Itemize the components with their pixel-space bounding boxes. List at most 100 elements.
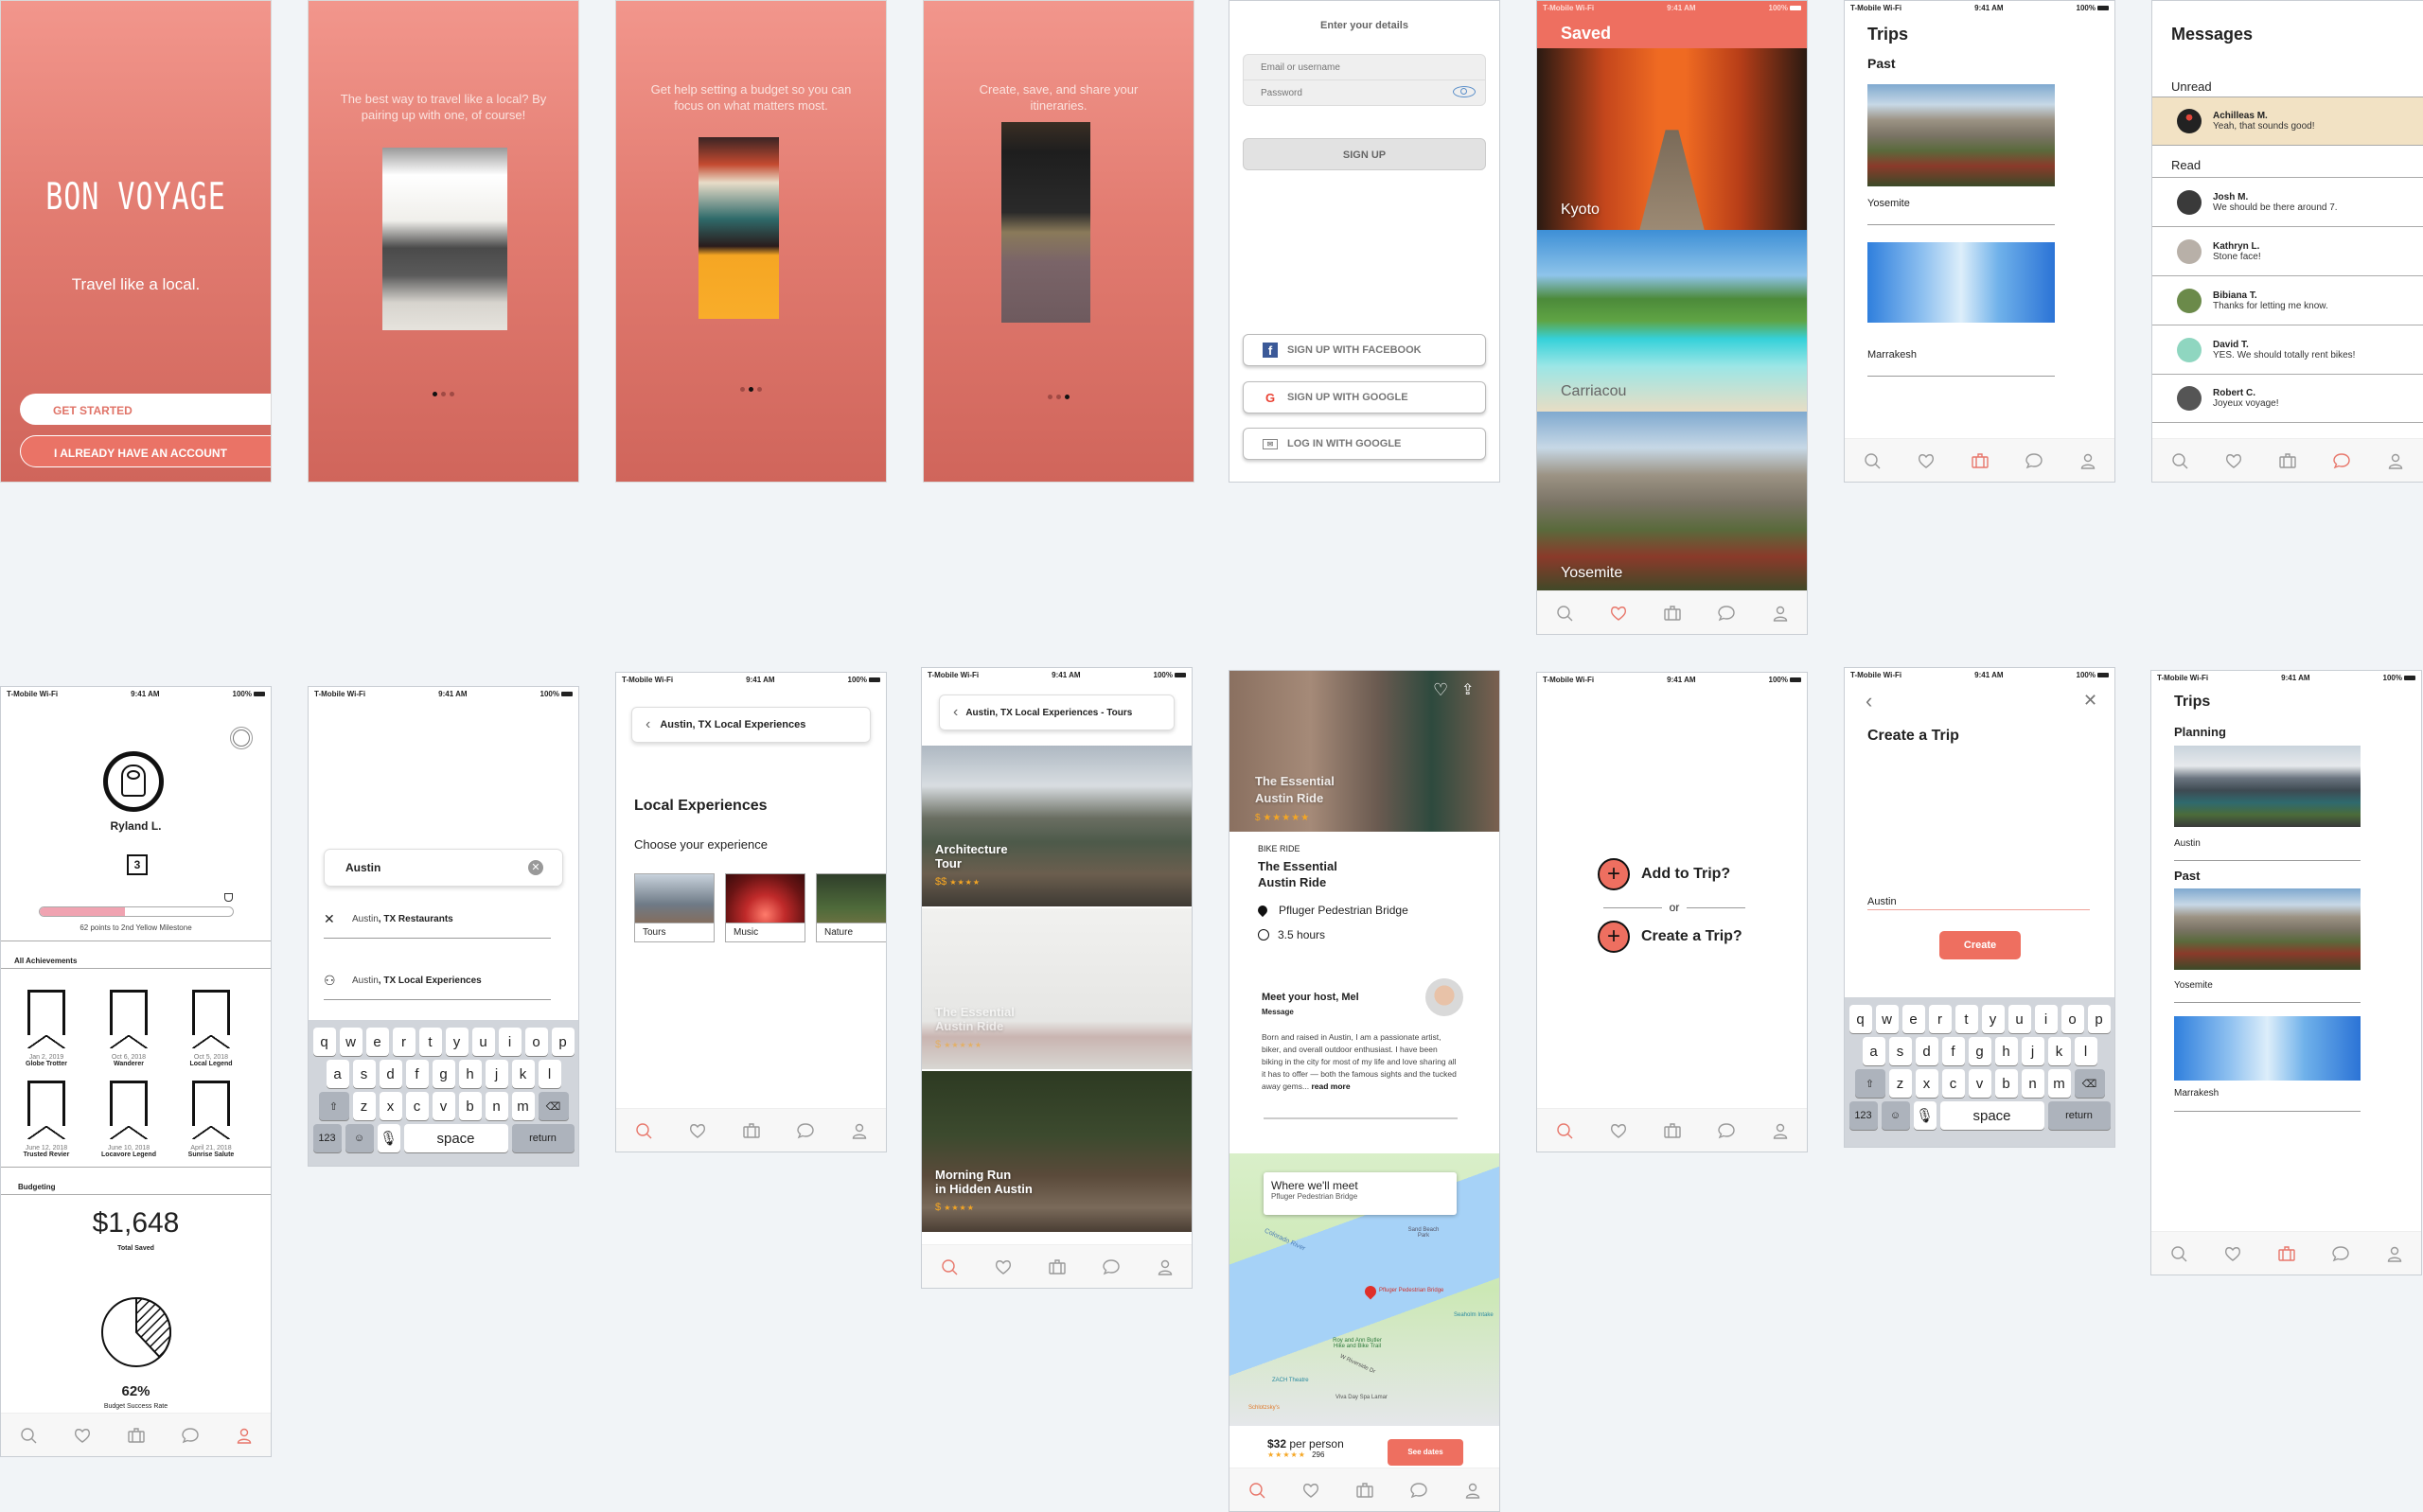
tab-saved[interactable] bbox=[1915, 449, 1937, 472]
microphone-key[interactable]: 🎙 bbox=[1913, 1101, 1937, 1130]
back-chevron-icon[interactable]: ‹ bbox=[953, 704, 958, 721]
favorite-heart-icon[interactable]: ♡ bbox=[1433, 680, 1448, 700]
tab-profile[interactable] bbox=[1769, 1119, 1792, 1142]
taco-icon[interactable] bbox=[110, 1081, 148, 1139]
tab-trips[interactable] bbox=[1353, 1479, 1376, 1502]
return-key[interactable]: return bbox=[511, 1124, 575, 1152]
tab-messages[interactable] bbox=[2023, 449, 2045, 472]
numbers-key[interactable]: 123 bbox=[312, 1124, 342, 1152]
tab-search[interactable] bbox=[17, 1424, 40, 1447]
tab-messages[interactable] bbox=[1407, 1479, 1430, 1502]
key-b[interactable]: b bbox=[1994, 1069, 2018, 1098]
facebook-signup-button[interactable]: f SIGN UP WITH FACEBOOK bbox=[1243, 334, 1486, 366]
treasure-map-icon[interactable] bbox=[110, 990, 148, 1048]
tab-saved[interactable] bbox=[1607, 1119, 1630, 1142]
key-q[interactable]: q bbox=[312, 1028, 336, 1056]
backspace-key[interactable]: ⌫ bbox=[2074, 1069, 2105, 1098]
see-dates-button[interactable]: See dates bbox=[1388, 1439, 1463, 1466]
key-g[interactable]: g bbox=[432, 1060, 455, 1088]
sign-up-button[interactable]: SIGN UP bbox=[1243, 138, 1486, 170]
tab-profile[interactable] bbox=[1769, 602, 1792, 624]
key-z[interactable]: z bbox=[352, 1092, 376, 1120]
tab-messages[interactable] bbox=[2329, 1242, 2352, 1265]
tab-trips[interactable] bbox=[740, 1119, 763, 1142]
key-e[interactable]: e bbox=[1901, 1005, 1925, 1033]
search-field[interactable]: Austin ✕ bbox=[324, 849, 563, 887]
meeting-map[interactable]: Where we'll meet Pfluger Pedestrian Brid… bbox=[1229, 1153, 1499, 1426]
tab-profile[interactable] bbox=[2384, 449, 2407, 472]
settings-gear-icon[interactable] bbox=[233, 730, 250, 747]
get-started-button[interactable]: GET STARTED bbox=[20, 394, 271, 425]
key-k[interactable]: k bbox=[2047, 1037, 2071, 1065]
tab-profile[interactable] bbox=[848, 1119, 871, 1142]
trip-name-input[interactable]: Austin bbox=[1867, 896, 2090, 910]
saved-card-kyoto[interactable]: Kyoto bbox=[1537, 48, 1807, 230]
search-result[interactable]: ✕ Austin, TX Restaurants bbox=[324, 901, 551, 939]
key-i[interactable]: i bbox=[498, 1028, 522, 1056]
tour-card[interactable]: Architecture Tour $$ ★★★★ bbox=[922, 746, 1192, 906]
sunrise-icon[interactable] bbox=[192, 1081, 230, 1139]
trip-image-yosemite[interactable] bbox=[2174, 888, 2361, 970]
tab-trips[interactable] bbox=[1969, 449, 1991, 472]
key-h[interactable]: h bbox=[1994, 1037, 2018, 1065]
tab-search[interactable] bbox=[2167, 1242, 2190, 1265]
tab-trips[interactable] bbox=[1046, 1256, 1069, 1278]
create-trip-button[interactable]: + Create a Trip? bbox=[1598, 921, 1742, 953]
key-p[interactable]: p bbox=[551, 1028, 575, 1056]
tab-saved[interactable] bbox=[2221, 1242, 2244, 1265]
tab-search[interactable] bbox=[2168, 449, 2191, 472]
tour-card[interactable]: Morning Run in Hidden Austin $ ★★★★ bbox=[922, 1071, 1192, 1232]
shift-key[interactable]: ⇧ bbox=[318, 1092, 349, 1120]
back-chevron-icon[interactable]: ‹ bbox=[646, 716, 650, 733]
key-c[interactable]: c bbox=[405, 1092, 429, 1120]
key-o[interactable]: o bbox=[524, 1028, 548, 1056]
google-signup-button[interactable]: G SIGN UP WITH GOOGLE bbox=[1243, 381, 1486, 413]
search-result[interactable]: ⚇ Austin, TX Local Experiences bbox=[324, 962, 551, 1000]
search-input[interactable]: Austin bbox=[345, 861, 528, 874]
message-row[interactable]: Robert C. Joyeux voyage! bbox=[2152, 374, 2423, 423]
tab-profile[interactable] bbox=[2383, 1242, 2406, 1265]
tab-messages[interactable] bbox=[1715, 602, 1738, 624]
trip-label[interactable]: Yosemite bbox=[1867, 198, 1910, 209]
numbers-key[interactable]: 123 bbox=[1848, 1101, 1878, 1130]
breadcrumb-bar[interactable]: ‹ Austin, TX Local Experiences bbox=[631, 707, 871, 743]
ribbon-icon[interactable] bbox=[27, 1081, 65, 1139]
tab-search[interactable] bbox=[632, 1119, 655, 1142]
key-u[interactable]: u bbox=[471, 1028, 495, 1056]
key-v[interactable]: v bbox=[432, 1092, 455, 1120]
tab-trips[interactable] bbox=[2275, 1242, 2298, 1265]
key-m[interactable]: m bbox=[2047, 1069, 2071, 1098]
shift-key[interactable]: ⇧ bbox=[1854, 1069, 1885, 1098]
tab-messages[interactable] bbox=[1715, 1119, 1738, 1142]
message-row[interactable]: David T. YES. We should totally rent bike… bbox=[2152, 325, 2423, 374]
trip-image-marrakesh[interactable] bbox=[1867, 242, 2055, 323]
show-password-eye-icon[interactable] bbox=[1453, 86, 1476, 97]
tab-saved[interactable] bbox=[992, 1256, 1015, 1278]
tab-search[interactable] bbox=[1553, 602, 1576, 624]
breadcrumb-bar[interactable]: ‹ Austin, TX Local Experiences - Tours bbox=[939, 694, 1175, 730]
close-icon[interactable]: ✕ bbox=[2083, 691, 2097, 711]
trip-label[interactable]: Marrakesh bbox=[1867, 349, 1917, 360]
emoji-key[interactable]: ☺ bbox=[345, 1124, 374, 1152]
message-row[interactable]: Bibiana T. Thanks for letting me know. bbox=[2152, 275, 2423, 325]
message-row-unread[interactable]: Achilleas M. Yeah, that sounds good! bbox=[2152, 97, 2423, 146]
key-m[interactable]: m bbox=[511, 1092, 535, 1120]
key-j[interactable]: j bbox=[485, 1060, 508, 1088]
tab-trips[interactable] bbox=[2276, 449, 2299, 472]
key-a[interactable]: a bbox=[326, 1060, 349, 1088]
key-n[interactable]: n bbox=[2021, 1069, 2044, 1098]
tab-saved[interactable] bbox=[71, 1424, 94, 1447]
tab-saved[interactable] bbox=[1607, 602, 1630, 624]
category-card-music[interactable]: Music bbox=[725, 873, 805, 942]
tab-profile[interactable] bbox=[233, 1424, 256, 1447]
tab-messages[interactable] bbox=[179, 1424, 202, 1447]
friends-icon[interactable] bbox=[192, 990, 230, 1048]
trip-label[interactable]: Yosemite bbox=[2174, 980, 2213, 991]
key-s[interactable]: s bbox=[352, 1060, 376, 1088]
tab-trips[interactable] bbox=[125, 1424, 148, 1447]
key-l[interactable]: l bbox=[538, 1060, 561, 1088]
key-i[interactable]: i bbox=[2034, 1005, 2058, 1033]
trip-image-marrakesh[interactable] bbox=[2174, 1016, 2361, 1081]
tab-search[interactable] bbox=[1861, 449, 1884, 472]
emoji-key[interactable]: ☺ bbox=[1881, 1101, 1910, 1130]
